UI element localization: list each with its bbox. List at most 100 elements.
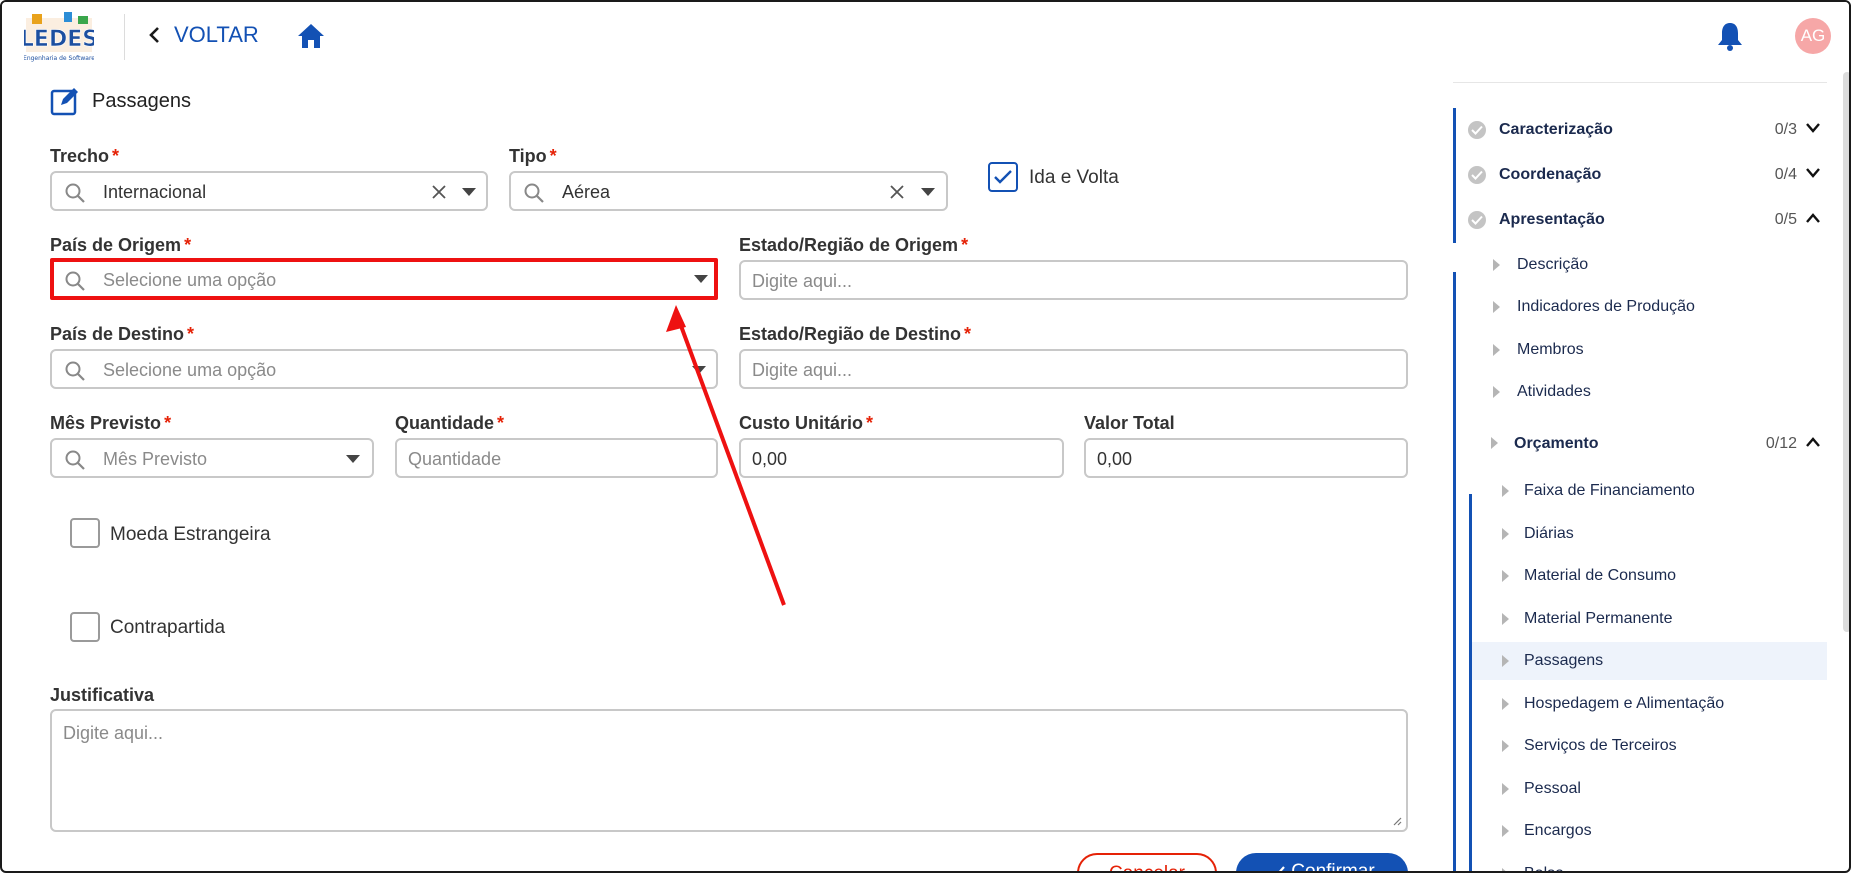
estado-origem-placeholder: Digite aqui... [752,271,853,291]
back-button[interactable]: VOLTAR [148,22,259,48]
pais-origem-select[interactable]: Selecione uma opção [50,258,718,300]
sidebar-item-hospedagem[interactable]: Hospedagem e Alimentação [1472,685,1827,723]
moeda-estrangeira-checkbox[interactable] [70,518,100,548]
caret-right-icon [1502,825,1509,837]
caret-down-icon[interactable] [462,188,476,197]
estado-origem-label: Estado/Região de Origem * [739,235,969,255]
resize-grip-icon[interactable] [1392,816,1402,826]
moeda-estrangeira-label: Moeda Estrangeira [110,524,271,545]
progress-sidebar: Caracterização 0/3 Coordenação 0/4 Apres… [1453,72,1833,871]
ida-volta-checkbox[interactable] [988,162,1018,192]
user-avatar[interactable]: AG [1795,18,1831,54]
justificativa-textarea[interactable]: Digite aqui... [50,709,1408,832]
trecho-select[interactable]: Internacional [50,171,488,211]
sidebar-item-material-permanente[interactable]: Material Permanente [1472,600,1827,638]
cancel-button[interactable]: Cancelar [1077,853,1217,871]
sidebar-item-bolsa[interactable]: Bolsa [1472,855,1827,871]
caret-down-icon[interactable] [346,455,360,464]
sidebar-item-diarias[interactable]: Diárias [1472,515,1827,553]
clear-icon[interactable] [887,182,907,202]
chevron-up-icon [1806,437,1820,447]
chevron-left-icon [149,27,159,43]
chevron-up-icon [1806,213,1820,223]
search-icon [65,361,85,381]
sidebar-item-material-consumo[interactable]: Material de Consumo [1472,557,1827,595]
justificativa-label: Justificativa [50,685,155,705]
sidebar-item-servicos-terceiros[interactable]: Serviços de Terceiros [1472,727,1827,765]
notifications-button[interactable] [1716,21,1744,56]
quantidade-label: Quantidade * [395,413,505,433]
back-label: VOLTAR [174,22,259,47]
pais-destino-placeholder: Selecione uma opção [103,360,277,380]
caret-down-icon[interactable] [921,188,935,197]
caret-right-icon [1502,783,1509,795]
mes-previsto-select[interactable]: Mês Previsto [50,438,374,478]
caret-right-icon [1491,437,1498,449]
svg-text:Engenharia de Software: Engenharia de Software [24,55,94,62]
home-button[interactable] [296,22,326,55]
sidebar-scrollbar[interactable] [1843,72,1849,632]
sidebar-group-coordenacao[interactable]: Coordenação 0/4 [1453,153,1827,198]
sidebar-group-apresentacao[interactable]: Apresentação 0/5 [1453,198,1827,243]
tipo-select[interactable]: Aérea [509,171,948,211]
estado-origem-input[interactable]: Digite aqui... [739,260,1408,300]
sidebar-item-passagens[interactable]: Passagens [1472,642,1827,680]
sidebar-item-encargos[interactable]: Encargos [1472,812,1827,850]
pais-origem-placeholder: Selecione uma opção [103,270,277,290]
confirm-button[interactable]: Confirmar [1236,853,1408,871]
pais-origem-label: País de Origem * [50,235,192,255]
svg-text:LEDES: LEDES [24,27,94,52]
ledes-logo[interactable]: LEDES Engenharia de Software [20,10,98,64]
sidebar-item-membros[interactable]: Membros [1483,331,1827,369]
caret-right-icon [1502,485,1509,497]
status-check-icon [1468,166,1486,184]
caret-right-icon [1493,301,1500,313]
valor-total-input[interactable]: 0,00 [1084,438,1408,478]
sidebar-item-indicadores[interactable]: Indicadores de Produção [1483,288,1827,326]
section-title-text: Passagens [92,89,191,112]
sidebar-item-faixa-financiamento[interactable]: Faixa de Financiamento [1472,472,1827,510]
search-icon [524,183,544,203]
caret-right-icon [1493,386,1500,398]
valor-total-label: Valor Total [1084,413,1175,433]
pais-destino-select[interactable]: Selecione uma opção [50,349,718,389]
caret-right-icon [1502,698,1509,710]
sidebar-item-atividades[interactable]: Atividades [1483,373,1827,411]
chevron-down-icon [1806,168,1820,178]
check-icon [994,170,1012,184]
caret-right-icon [1502,868,1509,871]
status-check-icon [1468,211,1486,229]
tipo-value: Aérea [562,182,611,202]
search-icon [65,183,85,203]
caret-right-icon [1493,259,1500,271]
caret-right-icon [1502,655,1509,667]
sidebar-item-pessoal[interactable]: Pessoal [1472,770,1827,808]
contrapartida-checkbox[interactable] [70,612,100,642]
check-icon [1279,866,1286,871]
annotation-arrow [666,305,786,606]
caret-right-icon [1502,740,1509,752]
quantidade-placeholder: Quantidade [408,449,502,469]
app-window: LEDES Engenharia de Software VOLTAR AG [0,0,1851,873]
search-icon [65,450,85,470]
header-divider [124,14,125,60]
status-check-icon [1468,121,1486,139]
estado-destino-input[interactable]: Digite aqui... [739,349,1408,389]
caret-right-icon [1493,344,1500,356]
sidebar-group-caracterizacao[interactable]: Caracterização 0/3 [1453,108,1827,153]
pais-destino-label: País de Destino * [50,324,195,344]
trecho-value: Internacional [103,182,207,202]
section-title: Passagens [50,86,191,116]
caret-down-icon[interactable] [694,275,708,284]
edit-icon [50,88,78,116]
sidebar-group-orcamento[interactable]: Orçamento 0/12 [1469,422,1827,467]
clear-icon[interactable] [429,182,449,202]
caret-right-icon [1502,613,1509,625]
caret-right-icon [1502,528,1509,540]
mes-previsto-placeholder: Mês Previsto [103,449,208,469]
caret-right-icon [1502,570,1509,582]
sidebar-item-descricao[interactable]: Descrição [1483,246,1827,284]
search-icon [65,271,85,291]
justificativa-placeholder: Digite aqui... [63,723,164,743]
valor-total-value: 0,00 [1097,449,1133,469]
